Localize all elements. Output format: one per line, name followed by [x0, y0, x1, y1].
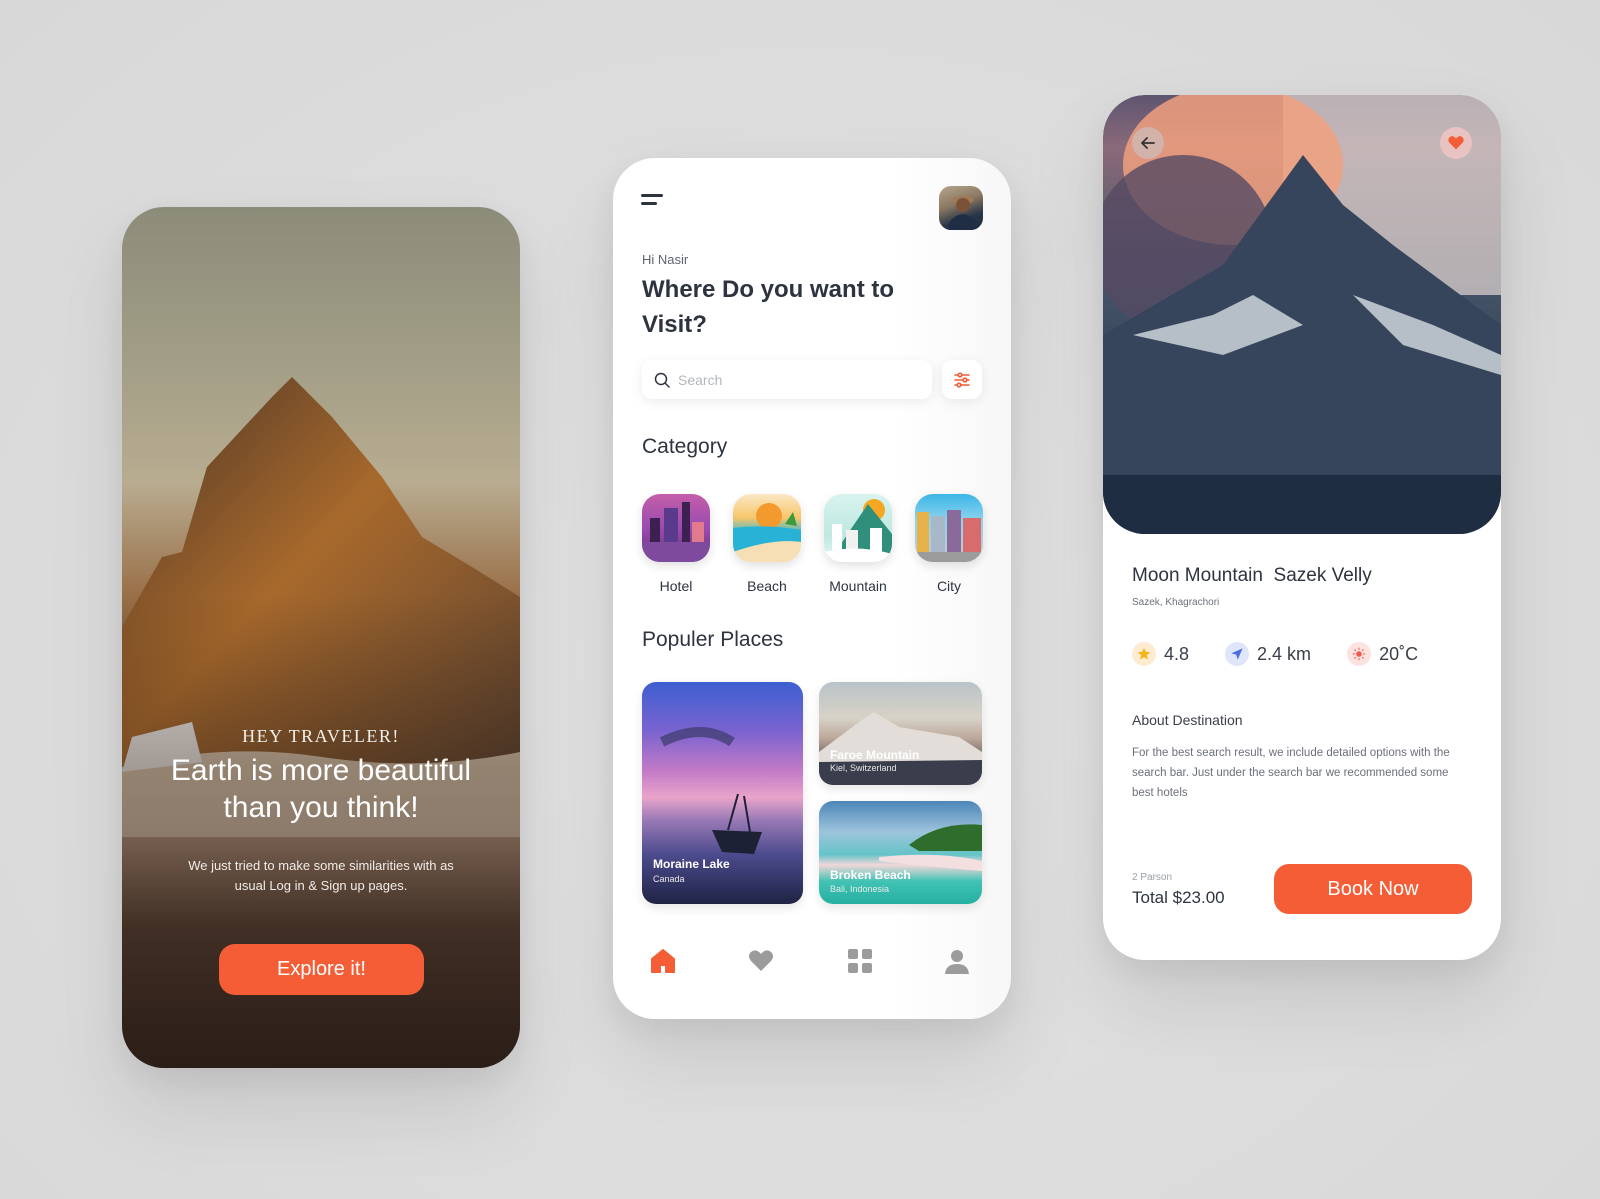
mountain-illustration: [824, 494, 892, 562]
hotel-illustration: [642, 494, 710, 562]
stat-rating: 4.8: [1132, 642, 1189, 666]
user-photo-icon: [947, 196, 979, 230]
back-button[interactable]: [1132, 127, 1164, 159]
category-label: City: [936, 578, 962, 594]
navigation-icon: [1225, 642, 1250, 666]
category-label: Beach: [747, 578, 787, 594]
temperature-value: 20˚C: [1379, 643, 1419, 664]
place-name: Moraine Lake: [653, 857, 730, 871]
distance-value: 2.4 km: [1257, 643, 1312, 664]
page-title: Where Do you want to Visit?: [642, 276, 894, 338]
arrow-left-icon: [1141, 137, 1155, 149]
category-beach[interactable]: Beach: [733, 494, 801, 594]
splash-headline: Earth is more beautiful than you think!: [122, 752, 520, 826]
splash-kicker: HEY TRAVELER!: [242, 726, 400, 746]
star-icon: [1132, 642, 1156, 666]
about-heading: About Destination: [1132, 712, 1243, 728]
place-name: Faroe Mountain: [830, 748, 920, 762]
destination-location: Sazek, Khagrachori: [1132, 597, 1220, 608]
stat-temperature: 20˚C: [1347, 642, 1418, 666]
nav-favorites[interactable]: [747, 947, 775, 975]
nav-profile[interactable]: [943, 947, 971, 975]
search-input[interactable]: [678, 371, 898, 388]
destination-stats: 4.8 2.4 km 20˚C: [1132, 642, 1454, 666]
category-heading: Category: [642, 435, 728, 458]
category-label: Mountain: [829, 578, 887, 594]
search-bar[interactable]: [642, 360, 932, 399]
place-location: Bali, Indonesia: [830, 884, 890, 894]
home-icon: [651, 949, 675, 973]
menu-icon[interactable]: [641, 194, 667, 210]
mountain-photo: [1103, 95, 1501, 534]
category-label: Hotel: [659, 578, 693, 594]
total-price: Total $23.00: [1132, 888, 1225, 907]
grid-icon: [848, 949, 872, 973]
profile-icon: [945, 950, 969, 974]
details-screen: Moon Mountain Sazek Velly Sazek, Khagrac…: [1103, 95, 1501, 960]
bottom-navigation: [613, 939, 1011, 979]
category-list: Hotel Beach Mountain City: [642, 494, 983, 594]
heart-icon: [749, 950, 773, 971]
place-location: Canada: [653, 874, 685, 884]
category-mountain[interactable]: Mountain: [824, 494, 892, 594]
avatar[interactable]: [939, 186, 983, 230]
home-screen: Hi Nasir Where Do you want to Visit? Cat…: [613, 158, 1011, 1019]
category-city[interactable]: City: [915, 494, 983, 594]
about-text: For the best search result, we include d…: [1132, 747, 1450, 799]
sun-icon: [1347, 642, 1372, 666]
popular-places-grid: Moraine Lake Canada Faroe Mountain Kiel,…: [642, 682, 982, 904]
filter-button[interactable]: [942, 360, 982, 399]
beach-illustration: [733, 494, 801, 562]
category-hotel[interactable]: Hotel: [642, 494, 710, 594]
stat-distance: 2.4 km: [1225, 642, 1311, 666]
person-count: 2 Parson: [1132, 872, 1173, 883]
destination-name: Moon Mountain Sazek Velly: [1132, 565, 1372, 586]
place-location: Kiel, Switzerland: [830, 763, 897, 773]
search-icon: [654, 372, 670, 388]
city-illustration: [915, 494, 983, 562]
heart-icon: [1448, 136, 1464, 150]
favorite-button[interactable]: [1440, 127, 1472, 159]
place-card-faroe-mountain[interactable]: Faroe Mountain Kiel, Switzerland: [819, 682, 982, 785]
place-name: Broken Beach: [830, 868, 911, 882]
rating-value: 4.8: [1164, 643, 1190, 664]
place-card-moraine-lake[interactable]: Moraine Lake Canada: [642, 682, 803, 904]
image-overlay: [122, 207, 520, 1068]
book-now-button[interactable]: Book Now: [1274, 864, 1472, 914]
place-card-broken-beach[interactable]: Broken Beach Bali, Indonesia: [819, 801, 982, 904]
splash-subtitle: We just tried to make some similarities …: [188, 858, 454, 893]
destination-hero-image: [1103, 95, 1501, 534]
greeting: Hi Nasir: [642, 252, 689, 267]
popular-heading: Populer Places: [642, 628, 784, 651]
explore-button[interactable]: Explore it!: [219, 944, 424, 995]
headline-line-2: than you think!: [223, 791, 419, 824]
nav-home[interactable]: [649, 947, 677, 975]
splash-screen: HEY TRAVELER! Earth is more beautiful th…: [122, 207, 520, 1068]
nav-explore[interactable]: [846, 947, 874, 975]
sliders-icon: [954, 371, 970, 388]
headline-line-1: Earth is more beautiful: [170, 754, 472, 787]
